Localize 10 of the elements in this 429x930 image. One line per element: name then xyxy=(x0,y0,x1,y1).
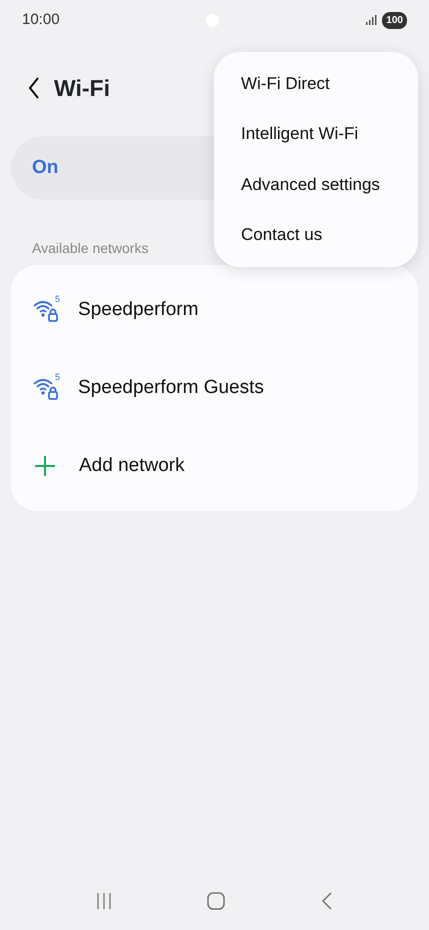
page-title: Wi-Fi xyxy=(54,74,110,103)
battery-level: 100 xyxy=(382,12,407,28)
status-time: 10:00 xyxy=(22,10,60,30)
section-label: Available networks xyxy=(32,239,148,258)
toggle-label: On xyxy=(32,156,58,180)
band-label: 5 xyxy=(55,295,60,304)
network-name: Add network xyxy=(79,454,185,478)
network-name: Speedperform xyxy=(78,298,198,322)
network-name: Speedperform Guests xyxy=(78,376,264,400)
band-label: 5 xyxy=(55,373,60,382)
